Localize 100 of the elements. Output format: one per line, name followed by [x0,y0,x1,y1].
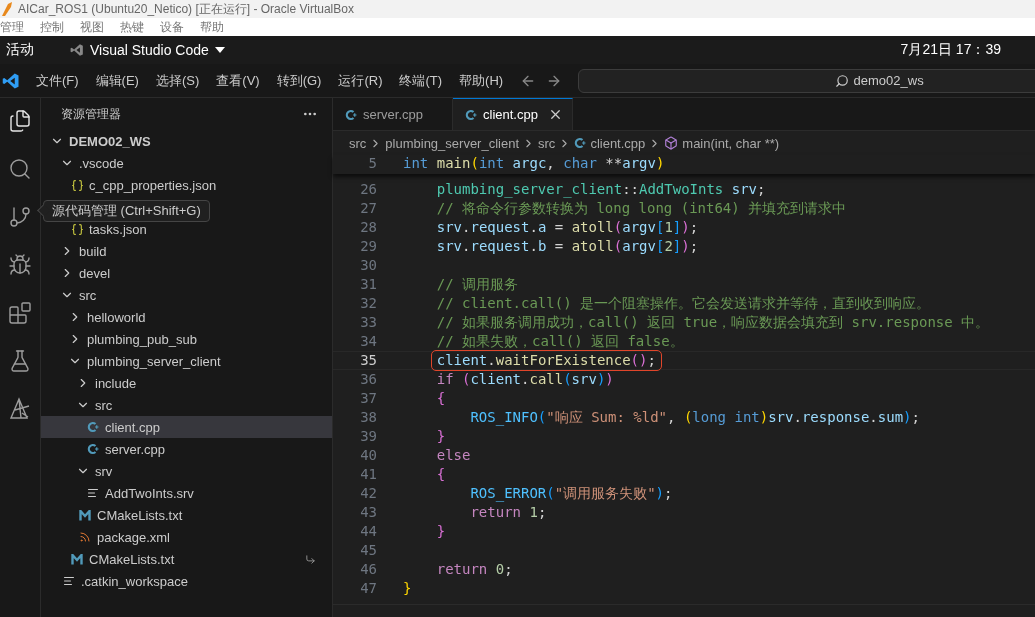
search-icon[interactable] [8,157,32,181]
code-line: } [403,580,412,597]
menu-item[interactable]: 视图 [80,18,104,36]
code-line: srv.request.b = atoll(argv[2]); [435,238,699,255]
folder-item[interactable]: src [41,394,332,416]
files-icon[interactable] [8,109,32,133]
code-line: { [435,466,446,483]
folder-item[interactable]: srv [41,460,332,482]
line-number: 35 [359,352,377,369]
folder-item[interactable]: .vscode [41,152,332,174]
vscode-icon [70,43,84,57]
code-line: else [435,447,471,464]
folder-item[interactable]: src [41,284,332,306]
breadcrumb[interactable]: plumbing_server_client [385,135,520,151]
text-file-icon [63,575,75,587]
line-number: 29 [359,238,377,255]
menu-item[interactable]: 控制 [40,18,64,36]
code-line: if (client.call(srv)) [435,371,614,388]
file-item[interactable]: tasks.json [41,218,332,240]
file-item[interactable]: AddTwoInts.srv [41,482,332,504]
command-center[interactable]: demo02_ws [578,68,1035,93]
line-number: 28 [359,219,377,236]
breadcrumb[interactable]: main(int, char **) [664,135,780,151]
code-line: // 将命令行参数转换为 long long (int64) 并填充到请求中 [435,200,847,217]
workspace-header[interactable]: DEMO02_WS [41,130,332,152]
breadcrumb[interactable]: src [538,135,556,151]
line-number: 33 [359,314,377,331]
line-number: 32 [359,295,377,312]
file-item[interactable]: CMakeLists.txt [41,548,332,570]
line-number: 43 [359,504,377,521]
search-icon [834,73,849,88]
cpp-file-icon [87,443,99,455]
menu-item[interactable]: 设备 [160,18,184,36]
line-number: 40 [359,447,377,464]
app-icon [2,2,12,16]
cpp-file-icon [574,137,587,149]
folder-item[interactable]: include [41,372,332,394]
line-number: 36 [359,371,377,388]
editor-tab[interactable]: client.cpp [453,98,573,130]
code-line: } [435,428,446,445]
tooltip-text: 源代码管理 (Ctrl+Shift+G) [52,202,201,220]
cpp-file-icon [465,108,477,121]
menu-item[interactable]: 查看(V) [216,71,260,90]
line-number: 44 [359,523,377,540]
code-line: // 调用服务 [435,276,518,293]
activities-button[interactable]: 活动 [6,41,34,59]
code-line: plumbing_server_client::AddTwoInts srv; [435,181,766,198]
menu-item[interactable]: 运行(R) [338,71,383,90]
line-number: 5 [367,155,377,173]
file-item[interactable]: .catkin_workspace [41,570,332,592]
line-number: 41 [359,466,377,483]
cpp-file-icon [87,421,99,433]
extensions-icon[interactable] [8,301,32,325]
line-number: 42 [359,485,377,502]
file-item[interactable]: server.cpp [41,438,332,460]
text-file-icon [87,487,99,499]
method-icon [664,136,679,150]
file-item[interactable]: client.cpp [41,416,332,438]
folder-item[interactable]: devel [41,262,332,284]
flask-icon[interactable] [8,349,32,373]
clock[interactable]: 7月21日 17：39 [900,41,1001,59]
app-menu-button[interactable]: Visual Studio Code [70,42,225,58]
menu-item[interactable]: 热键 [120,18,144,36]
menu-item[interactable]: 编辑(E) [95,71,139,90]
code-line: return 0; [435,561,513,578]
menu-item[interactable]: 转到(G) [276,71,322,90]
sticky-code-line: int main(int argc, char **argv) [403,155,665,173]
triangle-icon[interactable] [8,397,32,421]
breadcrumb[interactable]: src [349,135,367,151]
line-number: 39 [359,428,377,445]
json-file-icon [70,222,84,236]
line-number: 46 [359,561,377,578]
line-number: 37 [359,390,377,407]
code-line: } [435,523,446,540]
bug-icon[interactable] [8,253,32,277]
folder-item[interactable]: helloworld [41,306,332,328]
menu-item[interactable]: 选择(S) [155,71,200,90]
line-number: 38 [359,409,377,426]
folder-item[interactable]: build [41,240,332,262]
code-line: ROS_INFO("响应 Sum: %ld", (long int)srv.response.sum); [469,409,920,426]
menu-item[interactable]: 帮助(H) [459,71,504,90]
folder-item[interactable]: plumbing_server_client [41,350,332,372]
symlink-arrow-icon [305,553,316,565]
menu-item[interactable]: 终端(T) [399,71,443,90]
window-title: AICar_ROS1 (Ubuntu20_Netico) [正在运行] - Oracle VirtualBox [18,0,354,18]
menu-item[interactable]: 文件(F) [36,71,79,90]
folder-item[interactable]: plumbing_pub_sub [41,328,332,350]
line-number: 45 [359,542,377,559]
breadcrumb[interactable]: client.cpp [574,135,646,151]
source-control-icon[interactable] [8,205,32,229]
file-item[interactable]: CMakeLists.txt [41,504,332,526]
line-number: 31 [359,276,377,293]
file-item[interactable]: package.xml [41,526,332,548]
file-item[interactable]: c_cpp_properties.json [41,174,332,196]
menu-item[interactable]: 管理 [0,18,24,36]
cpp-file-icon [345,108,357,121]
code-line: { [435,390,446,407]
menu-item[interactable]: 帮助 [200,18,224,36]
code-line: // 如果失败，call() 返回 false。 [435,333,684,350]
code-line: // client.call() 是一个阻塞操作。它会发送请求并等待，直到收到响应。 [435,295,930,312]
